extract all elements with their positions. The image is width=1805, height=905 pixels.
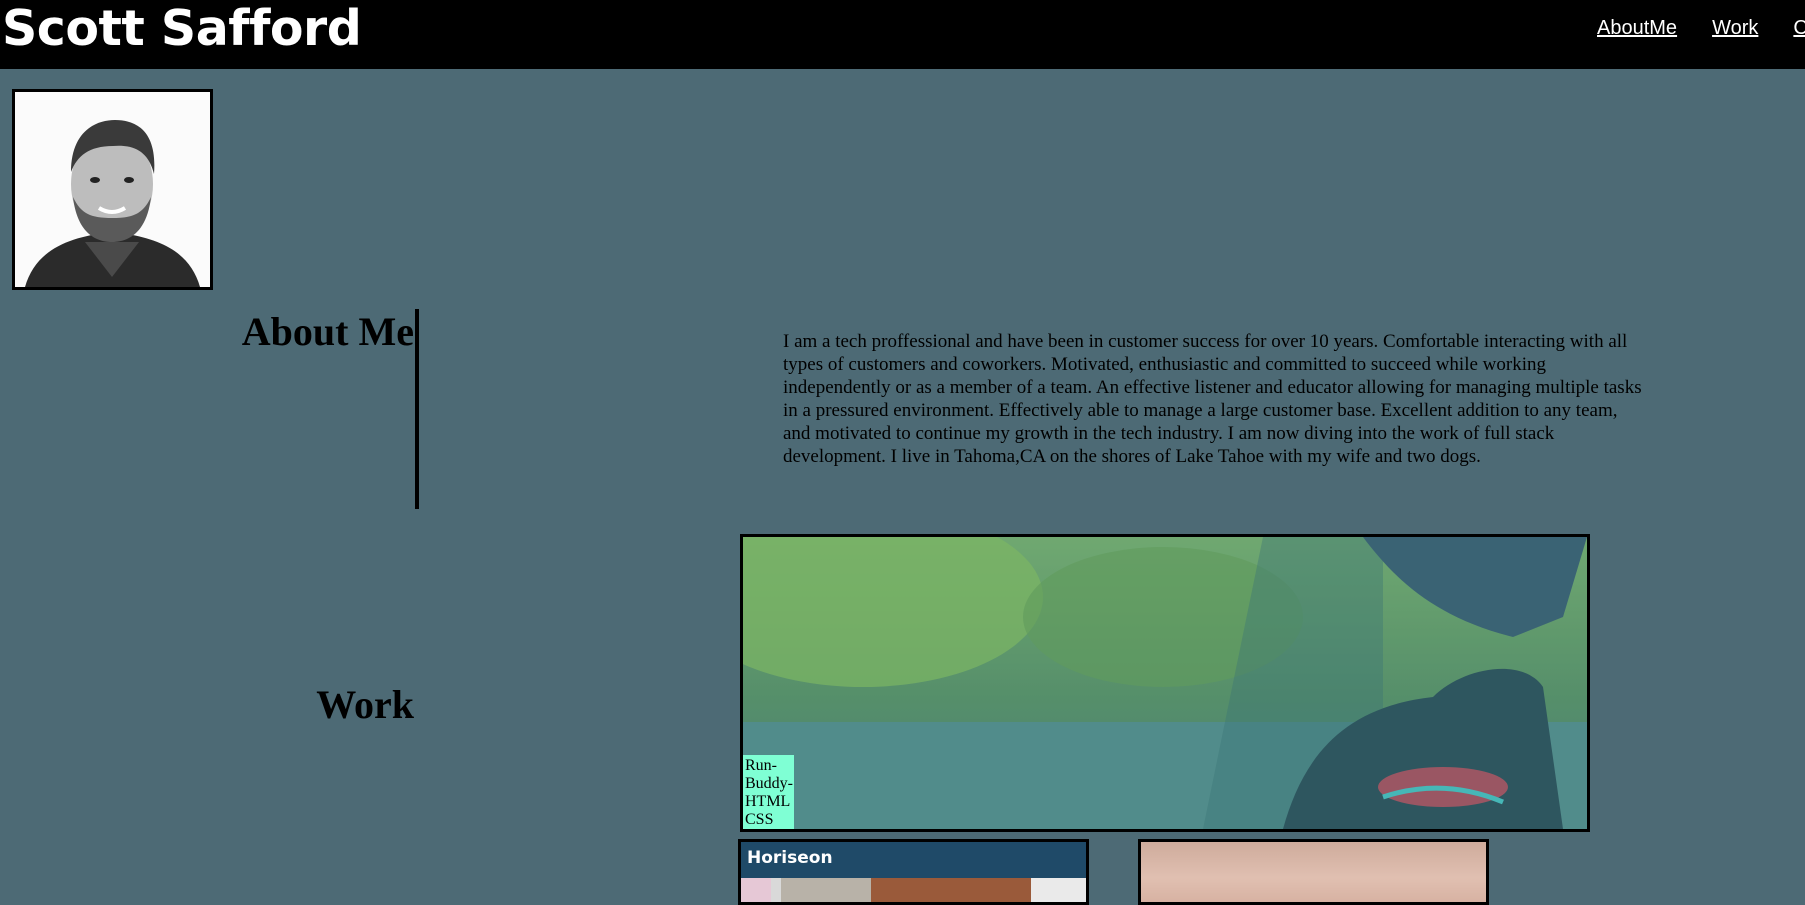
section-divider <box>415 309 419 509</box>
site-header: Scott Safford AboutMe Work Contact <box>0 0 1805 69</box>
project-label: Run-Buddy-HTML CSS <box>743 755 794 829</box>
about-text: I am a tech proffessional and have been … <box>783 331 1642 467</box>
nav-link-about[interactable]: AboutMe <box>1597 17 1677 39</box>
nav-link-work[interactable]: Work <box>1712 17 1758 39</box>
nav-link-contact[interactable]: Contact <box>1793 17 1805 39</box>
work-heading: Work <box>316 682 414 727</box>
avatar <box>12 89 213 290</box>
project-label: Horiseon <box>747 848 833 868</box>
project-image <box>1141 842 1486 902</box>
main-nav: AboutMe Work Contact <box>1597 17 1805 40</box>
project-card-run-buddy[interactable]: Run-Buddy-HTML CSS <box>740 534 1590 832</box>
site-title: Scott Safford <box>2 0 362 57</box>
portrait-photo <box>15 92 210 287</box>
project-card-horiseon[interactable]: Horiseon <box>738 839 1089 905</box>
about-heading: About Me <box>241 309 414 354</box>
project-card[interactable] <box>1138 839 1489 905</box>
project-image <box>743 537 1587 829</box>
